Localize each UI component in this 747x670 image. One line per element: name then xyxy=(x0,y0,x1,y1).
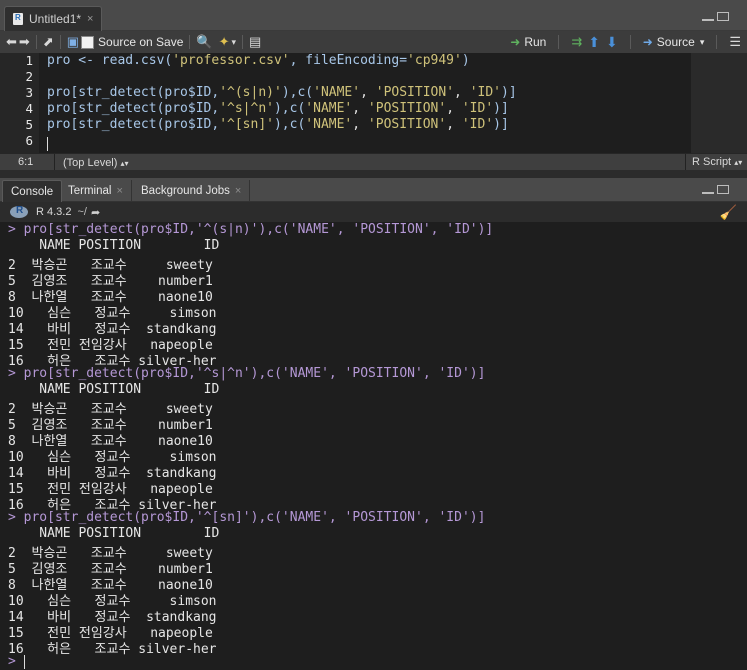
source-label: Source xyxy=(656,35,695,49)
run-icon: ➜ xyxy=(510,35,521,49)
working-directory[interactable]: ~/ xyxy=(77,206,86,218)
back-arrow-icon[interactable]: ⬅ xyxy=(6,34,17,50)
editor-toolbar: ⬅ ➡ ⬈ ▣ Source on Save 🔍 ✦ ▾ ▤ ➜ Run ⇉ ⬆… xyxy=(0,31,747,54)
minimize-icon[interactable] xyxy=(702,191,714,194)
toolbar-divider xyxy=(189,35,191,49)
minimize-icon[interactable] xyxy=(702,18,714,21)
tab-background-jobs[interactable]: Background Jobs × xyxy=(133,180,251,201)
table-header: NAME POSITION ID xyxy=(8,526,220,541)
toolbar-divider xyxy=(59,35,61,49)
code-line-4: pro[str_detect(pro$ID,'^s|^n'),c('NAME',… xyxy=(47,101,509,116)
toolbar-divider xyxy=(716,35,718,49)
line-number: 4 xyxy=(25,101,33,116)
table-row: 16 허은 조교수 silver-her xyxy=(8,642,217,657)
toolbar-divider xyxy=(35,35,37,49)
console-info-bar: R 4.3.2 ~/ ➦ 🧹 xyxy=(0,202,747,222)
tab-console[interactable]: Console xyxy=(2,180,63,202)
scope-selector[interactable]: (Top Level) ▴▾ xyxy=(55,157,129,169)
search-icon[interactable]: 🔍 xyxy=(196,34,212,50)
console-command: > pro[str_detect(pro$ID,'^[sn]'),c('NAME… xyxy=(8,510,486,525)
toolbar-divider xyxy=(558,35,560,49)
editor-statusbar: 6:1 (Top Level) ▴▾ R Script ▴▾ xyxy=(0,153,747,171)
code-line-3: pro[str_detect(pro$ID,'^(s|n)'),c('NAME'… xyxy=(47,85,517,100)
console-window-controls xyxy=(702,185,729,194)
clear-console-icon[interactable]: 🧹 xyxy=(720,204,737,221)
close-icon[interactable]: × xyxy=(235,185,241,197)
line-number: 1 xyxy=(25,53,33,68)
editor-margin xyxy=(691,53,747,153)
r-logo-icon xyxy=(10,205,28,218)
console-pane: Console Terminal × Background Jobs × R 4.3… xyxy=(0,178,747,670)
source-icon: ➜ xyxy=(642,35,653,49)
line-gutter: 1 2 3 4 5 6 xyxy=(0,53,39,153)
console-command: > pro[str_detect(pro$ID,'^(s|n)'),c('NAM… xyxy=(8,222,494,237)
tab-title: Untitled1* xyxy=(29,12,82,26)
code-line-1: pro <- read.csv('professor.csv', fileEnc… xyxy=(47,53,470,68)
maximize-icon[interactable] xyxy=(717,185,729,194)
editor-tabbar: Untitled1* × xyxy=(0,0,747,31)
toolbar-divider xyxy=(242,35,244,49)
editor-toolbar-right: ➜ Run ⇉ ⬆ ⬇ ➜ Source ▾ ☰ xyxy=(510,31,741,53)
r-file-icon xyxy=(13,13,23,25)
rerun-icon[interactable]: ⇉ xyxy=(571,34,582,50)
language-selector[interactable]: R Script ▴▾ xyxy=(685,154,747,171)
run-button[interactable]: ➜ Run xyxy=(510,35,546,49)
chevron-down-icon[interactable]: ▾ xyxy=(232,37,237,48)
tab-label: Console xyxy=(11,185,54,198)
tab-untitled1[interactable]: Untitled1* × xyxy=(4,6,103,31)
forward-arrow-icon[interactable]: ➡ xyxy=(19,34,30,50)
scope-label: (Top Level) xyxy=(63,156,118,169)
arrow-down-icon[interactable]: ⬇ xyxy=(606,34,618,51)
console-prompt[interactable]: > xyxy=(8,654,16,669)
chevron-down-icon: ▴▾ xyxy=(120,158,129,168)
source-on-save-label: Source on Save xyxy=(98,35,184,49)
tab-terminal[interactable]: Terminal × xyxy=(60,180,132,201)
editor-pane: Untitled1* × ⬅ ➡ ⬈ ▣ Source on Save 🔍 ✦ … xyxy=(0,0,747,171)
pane-splitter[interactable] xyxy=(0,170,747,178)
code-editor[interactable]: 1 2 3 4 5 6 pro <- read.csv('professor.c… xyxy=(0,53,747,153)
magic-wand-icon[interactable]: ✦ xyxy=(219,34,230,50)
run-label: Run xyxy=(524,35,547,49)
line-number: 6 xyxy=(25,133,33,148)
console-output[interactable]: > pro[str_detect(pro$ID,'^(s|n)'),c('NAM… xyxy=(0,222,747,670)
chevron-down-icon: ▴▾ xyxy=(734,158,743,167)
close-icon[interactable]: × xyxy=(116,185,122,197)
show-in-window-icon[interactable]: ⬈ xyxy=(43,34,54,50)
tab-close-button[interactable]: × xyxy=(87,13,93,25)
r-version: R 4.3.2 xyxy=(36,206,72,218)
go-to-directory-icon[interactable]: ➦ xyxy=(91,206,100,219)
console-tabbar: Console Terminal × Background Jobs × xyxy=(0,178,747,202)
tab-label: Background Jobs xyxy=(141,184,230,197)
table-header: NAME POSITION ID xyxy=(8,382,220,397)
toolbar-divider xyxy=(629,35,631,49)
outline-icon[interactable]: ☰ xyxy=(729,34,741,50)
chevron-down-icon[interactable]: ▾ xyxy=(700,37,705,48)
editor-window-controls xyxy=(702,12,729,21)
compile-report-icon[interactable]: ▤ xyxy=(249,34,261,50)
table-header: NAME POSITION ID xyxy=(8,238,220,253)
cursor-position: 6:1 xyxy=(0,154,55,171)
line-number: 5 xyxy=(25,117,33,132)
console-command: > pro[str_detect(pro$ID,'^s|^n'),c('NAME… xyxy=(8,366,486,381)
arrow-up-icon[interactable]: ⬆ xyxy=(588,34,600,51)
source-on-save-checkbox[interactable] xyxy=(81,35,95,49)
save-icon[interactable]: ▣ xyxy=(67,34,79,50)
text-cursor xyxy=(47,137,48,151)
tab-label: Terminal xyxy=(68,184,112,197)
console-cursor xyxy=(24,655,25,669)
line-number: 3 xyxy=(25,85,33,100)
source-button[interactable]: ➜ Source ▾ xyxy=(643,35,705,49)
line-number: 2 xyxy=(25,69,33,84)
code-line-5: pro[str_detect(pro$ID,'^[sn]'),c('NAME',… xyxy=(47,117,509,132)
maximize-icon[interactable] xyxy=(717,12,729,21)
language-label: R Script xyxy=(692,156,732,168)
